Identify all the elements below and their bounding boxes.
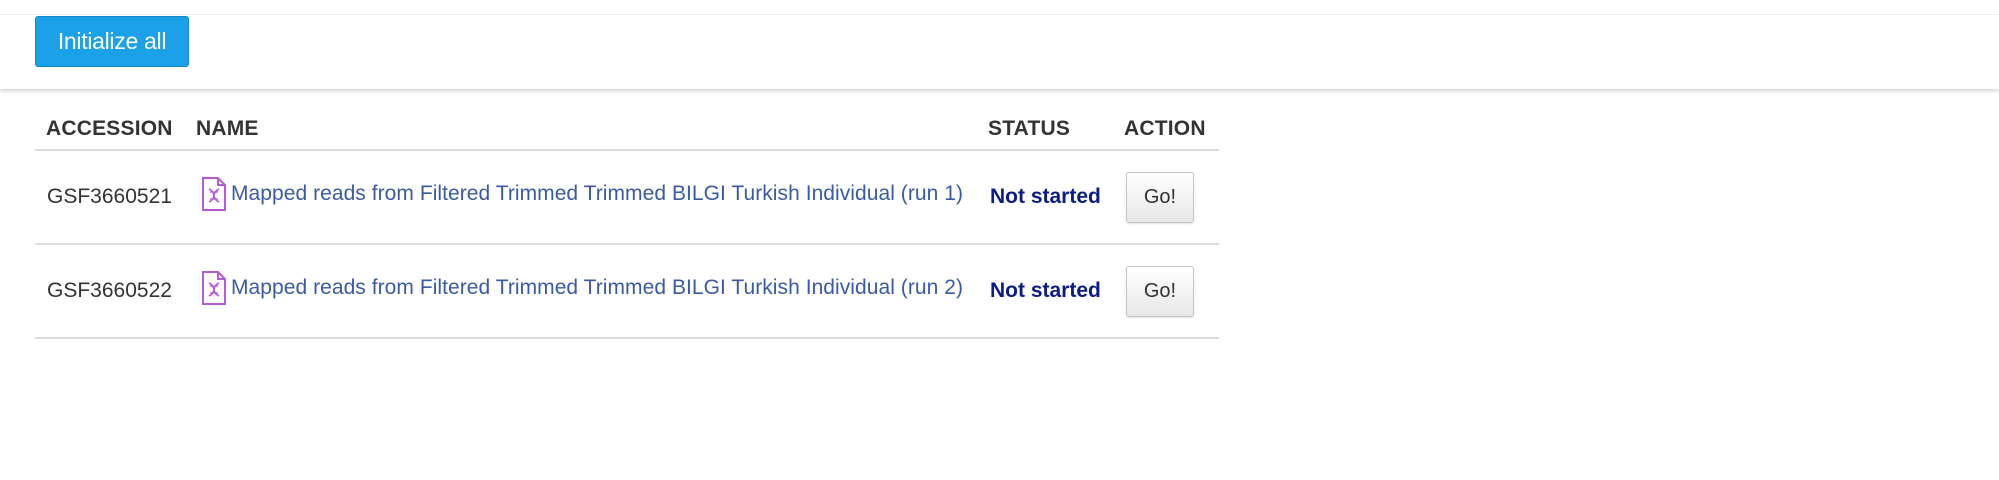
dna-file-icon [202, 271, 226, 305]
toolbar: Initialize all [0, 0, 1999, 89]
table-header-row: ACCESSION NAME STATUS ACTION [35, 105, 1219, 151]
dataset-name-link[interactable]: Mapped reads from Filtered Trimmed Trimm… [231, 182, 963, 206]
accession-column-header: ACCESSION [46, 117, 173, 140]
accession-value: GSF3660521 [47, 185, 172, 208]
table-row: GSF3660521 Mapped reads from Filtered Tr… [35, 151, 1219, 245]
dataset-name-link[interactable]: Mapped reads from Filtered Trimmed Trimm… [231, 276, 963, 300]
top-divider [0, 14, 1999, 15]
go-button[interactable]: Go! [1126, 172, 1194, 223]
datasets-table: ACCESSION NAME STATUS ACTION GSF3660521 … [35, 105, 1219, 339]
initialize-all-button[interactable]: Initialize all [35, 16, 189, 67]
name-cell: Mapped reads from Filtered Trimmed Trimm… [201, 271, 963, 305]
dna-file-icon [202, 177, 226, 211]
status-value: Not started [990, 279, 1101, 302]
accession-value: GSF3660522 [47, 279, 172, 302]
name-column-header: NAME [196, 117, 259, 140]
table-row: GSF3660522 Mapped reads from Filtered Tr… [35, 245, 1219, 339]
status-column-header: STATUS [988, 117, 1071, 140]
go-button[interactable]: Go! [1126, 266, 1194, 317]
name-cell: Mapped reads from Filtered Trimmed Trimm… [201, 177, 963, 211]
status-value: Not started [990, 185, 1101, 208]
action-column-header: ACTION [1124, 117, 1206, 140]
